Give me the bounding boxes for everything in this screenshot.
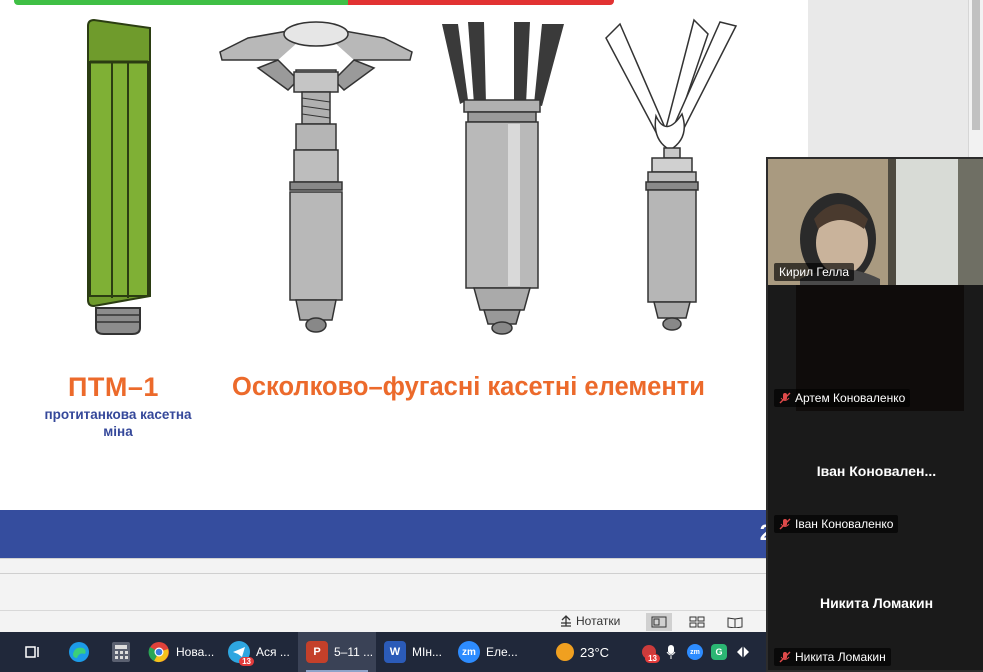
weather-temperature: 23°C bbox=[580, 644, 610, 660]
ptm1-title: ПТМ–1 bbox=[68, 372, 159, 402]
presentation-slide: ПТМ–1 протитанкова касетна міна Осколков… bbox=[0, 0, 808, 510]
muted-mic-icon bbox=[779, 392, 791, 404]
taskbar-zoom-label: Еле... bbox=[486, 645, 518, 659]
fragmentation-bomblet-2 bbox=[442, 22, 564, 335]
slide-sorter-button[interactable] bbox=[684, 613, 710, 631]
taskbar-word-label: МІн... bbox=[412, 645, 442, 659]
participant-name: Никита Ломакин bbox=[795, 650, 886, 664]
slide-progress-red bbox=[348, 0, 614, 5]
taskbar-zoom[interactable]: zm Еле... bbox=[454, 632, 532, 672]
tray-app-icon[interactable]: 13 bbox=[640, 643, 660, 663]
chrome-icon bbox=[148, 641, 170, 663]
zoom-icon: zm bbox=[458, 641, 480, 663]
ptm1-mine-illustration bbox=[87, 18, 151, 335]
reading-view-button[interactable] bbox=[722, 613, 748, 631]
participant-name: Артем Коноваленко bbox=[795, 391, 906, 405]
normal-view-button[interactable] bbox=[646, 613, 672, 631]
muted-mic-icon bbox=[779, 651, 791, 663]
calculator-icon[interactable] bbox=[110, 641, 132, 663]
cast-tray-icon[interactable]: G bbox=[710, 643, 728, 661]
participant-display-name: Іван Коновален... bbox=[816, 463, 937, 479]
telegram-badge: 13 bbox=[239, 657, 254, 666]
participant-name: Кирил Гелла bbox=[779, 265, 850, 279]
muted-mic-icon bbox=[779, 518, 791, 530]
powerpoint-icon: P bbox=[306, 641, 328, 663]
participant-name-tag: Никита Ломакин bbox=[774, 648, 891, 666]
participant-tile[interactable]: Кирил Гелла bbox=[768, 159, 983, 285]
participant-tile[interactable]: Артем Коноваленко bbox=[768, 285, 983, 411]
participant-name: Іван Коноваленко bbox=[795, 517, 894, 531]
screen: ПТМ–1 протитанкова касетна міна Осколков… bbox=[0, 0, 983, 672]
sun-icon bbox=[556, 643, 574, 661]
participant-name-tag: Кирил Гелла bbox=[774, 263, 855, 281]
weather-widget[interactable]: 23°C bbox=[552, 632, 622, 672]
participant-tile[interactable]: Іван Коновален... Іван Коноваленко bbox=[768, 411, 983, 537]
task-view-icon[interactable] bbox=[24, 643, 42, 661]
security-tray-icon[interactable] bbox=[734, 643, 752, 661]
microphone-icon[interactable] bbox=[662, 643, 680, 661]
participant-name-tag: Іван Коноваленко bbox=[774, 515, 899, 533]
zoom-tray-icon[interactable]: zm bbox=[686, 643, 704, 661]
notes-icon bbox=[561, 615, 571, 627]
fragmentation-bomblet-3 bbox=[605, 18, 738, 331]
edge-icon[interactable] bbox=[66, 639, 92, 665]
participant-display-name: Никита Ломакин bbox=[819, 595, 934, 611]
taskbar-powerpoint-label: 5–11 ... bbox=[334, 645, 374, 659]
taskbar-word[interactable]: W МІн... bbox=[376, 632, 454, 672]
grid-view-icon bbox=[689, 616, 705, 628]
participant-tile[interactable]: Никита Ломакин Никита Ломакин bbox=[768, 537, 983, 670]
participant-name-tag: Артем Коноваленко bbox=[774, 389, 911, 407]
book-icon bbox=[727, 617, 743, 628]
notes-button[interactable]: Нотатки bbox=[560, 614, 620, 628]
taskbar-chrome[interactable]: Нова... bbox=[140, 632, 220, 672]
notes-label: Нотатки bbox=[576, 614, 621, 628]
fragmentation-bomblet-1 bbox=[219, 21, 413, 333]
scrollbar-thumb[interactable] bbox=[972, 0, 980, 130]
slide-footer-band: 2 bbox=[0, 510, 808, 558]
tray-badge: 13 bbox=[645, 654, 660, 663]
taskbar-powerpoint[interactable]: P 5–11 ... bbox=[298, 632, 376, 672]
zoom-participants-panel[interactable]: Кирил Гелла Артем Коноваленко Іван Конов… bbox=[766, 157, 983, 672]
telegram-icon: 13 bbox=[228, 641, 254, 666]
taskbar-chrome-label: Нова... bbox=[176, 645, 215, 659]
word-icon: W bbox=[384, 641, 406, 663]
taskbar-telegram[interactable]: 13 Ася ... bbox=[220, 632, 298, 672]
cluster-elements-title: Осколково–фугасні касетні елементи bbox=[232, 373, 705, 401]
taskbar-telegram-label: Ася ... bbox=[256, 645, 290, 659]
normal-view-icon bbox=[651, 616, 667, 628]
slide-progress-green bbox=[14, 0, 348, 5]
ptm1-subtitle: протитанкова касетна міна bbox=[44, 407, 192, 439]
